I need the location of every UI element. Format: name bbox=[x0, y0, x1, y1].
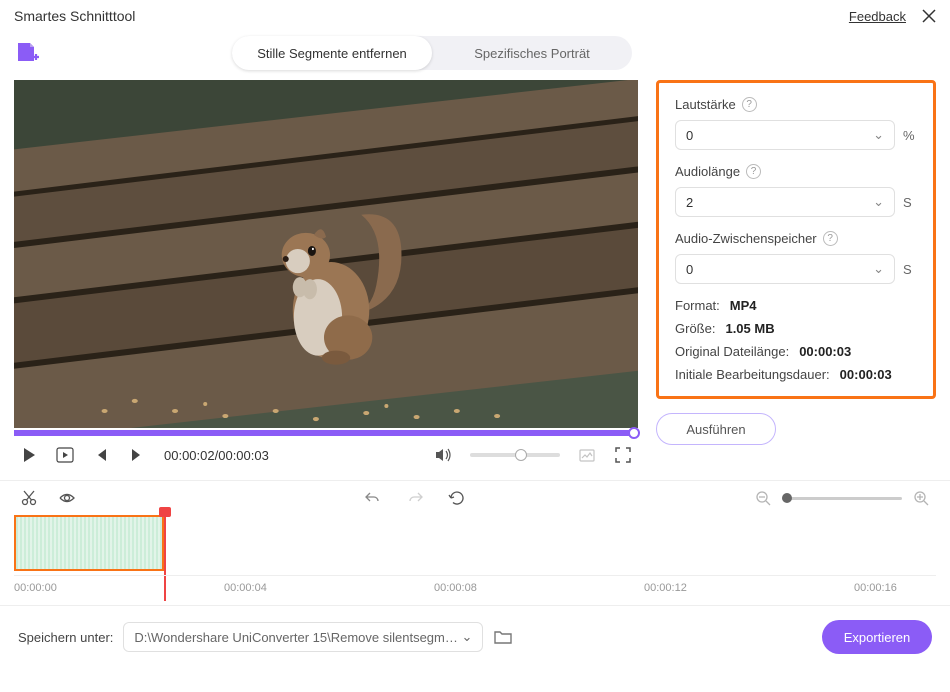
import-file-icon[interactable] bbox=[14, 40, 40, 66]
window-title: Smartes Schnitttool bbox=[14, 8, 135, 24]
help-icon[interactable]: ? bbox=[746, 164, 761, 179]
fullscreen-icon[interactable] bbox=[614, 446, 632, 464]
help-icon[interactable]: ? bbox=[823, 231, 838, 246]
video-preview[interactable] bbox=[14, 80, 638, 428]
next-frame-icon[interactable] bbox=[128, 446, 146, 464]
save-path-dropdown[interactable]: D:\Wondershare UniConverter 15\Remove si… bbox=[123, 622, 483, 652]
save-under-label: Speichern unter: bbox=[18, 630, 113, 645]
audio-buffer-unit: S bbox=[903, 262, 917, 277]
audio-length-unit: S bbox=[903, 195, 917, 210]
tab-remove-silent[interactable]: Stille Segmente entfernen bbox=[232, 36, 432, 70]
audio-buffer-dropdown[interactable]: 0⌄ bbox=[675, 254, 895, 284]
play-all-icon[interactable] bbox=[56, 446, 74, 464]
init-dur-label: Initiale Bearbeitungsdauer: bbox=[675, 367, 830, 382]
volume-slider[interactable] bbox=[470, 453, 560, 457]
volume-label: Lautstärke bbox=[675, 97, 736, 112]
close-icon[interactable] bbox=[922, 9, 936, 23]
export-button[interactable]: Exportieren bbox=[822, 620, 932, 654]
volume-icon[interactable] bbox=[434, 446, 452, 464]
clip-segment[interactable] bbox=[14, 515, 164, 571]
zoom-in-icon[interactable] bbox=[912, 489, 930, 507]
execute-button[interactable]: Ausführen bbox=[656, 413, 776, 445]
zoom-out-icon[interactable] bbox=[754, 489, 772, 507]
time-ruler: 00:00:00 00:00:04 00:00:08 00:00:12 00:0… bbox=[14, 575, 936, 601]
orig-len-value: 00:00:03 bbox=[799, 344, 851, 359]
audio-buffer-label: Audio-Zwischenspeicher bbox=[675, 231, 817, 246]
volume-unit: % bbox=[903, 128, 917, 143]
feedback-link[interactable]: Feedback bbox=[849, 9, 906, 24]
size-value: 1.05 MB bbox=[725, 321, 774, 336]
volume-dropdown[interactable]: 0⌄ bbox=[675, 120, 895, 150]
redo-icon[interactable] bbox=[406, 489, 424, 507]
help-icon[interactable]: ? bbox=[742, 97, 757, 112]
zoom-slider[interactable] bbox=[782, 497, 902, 500]
mode-tabs: Stille Segmente entfernen Spezifisches P… bbox=[232, 36, 632, 70]
play-icon[interactable] bbox=[20, 446, 38, 464]
undo-icon[interactable] bbox=[364, 489, 382, 507]
tab-specific-portrait[interactable]: Spezifisches Porträt bbox=[432, 36, 632, 70]
audio-length-label: Audiolänge bbox=[675, 164, 740, 179]
reset-icon[interactable] bbox=[448, 489, 466, 507]
size-label: Größe: bbox=[675, 321, 715, 336]
folder-icon[interactable] bbox=[493, 627, 513, 647]
settings-panel: Lautstärke? 0⌄ % Audiolänge? 2⌄ S Audio-… bbox=[656, 80, 936, 399]
timecode: 00:00:02/00:00:03 bbox=[164, 448, 269, 463]
snapshot-icon[interactable] bbox=[578, 446, 596, 464]
seek-bar[interactable] bbox=[14, 430, 638, 436]
format-value: MP4 bbox=[730, 298, 757, 313]
audio-length-dropdown[interactable]: 2⌄ bbox=[675, 187, 895, 217]
format-label: Format: bbox=[675, 298, 720, 313]
init-dur-value: 00:00:03 bbox=[840, 367, 892, 382]
orig-len-label: Original Dateilänge: bbox=[675, 344, 789, 359]
preview-icon[interactable] bbox=[58, 489, 76, 507]
prev-frame-icon[interactable] bbox=[92, 446, 110, 464]
timeline[interactable]: 00:00:00 00:00:04 00:00:08 00:00:12 00:0… bbox=[0, 515, 950, 605]
cut-icon[interactable] bbox=[20, 489, 38, 507]
